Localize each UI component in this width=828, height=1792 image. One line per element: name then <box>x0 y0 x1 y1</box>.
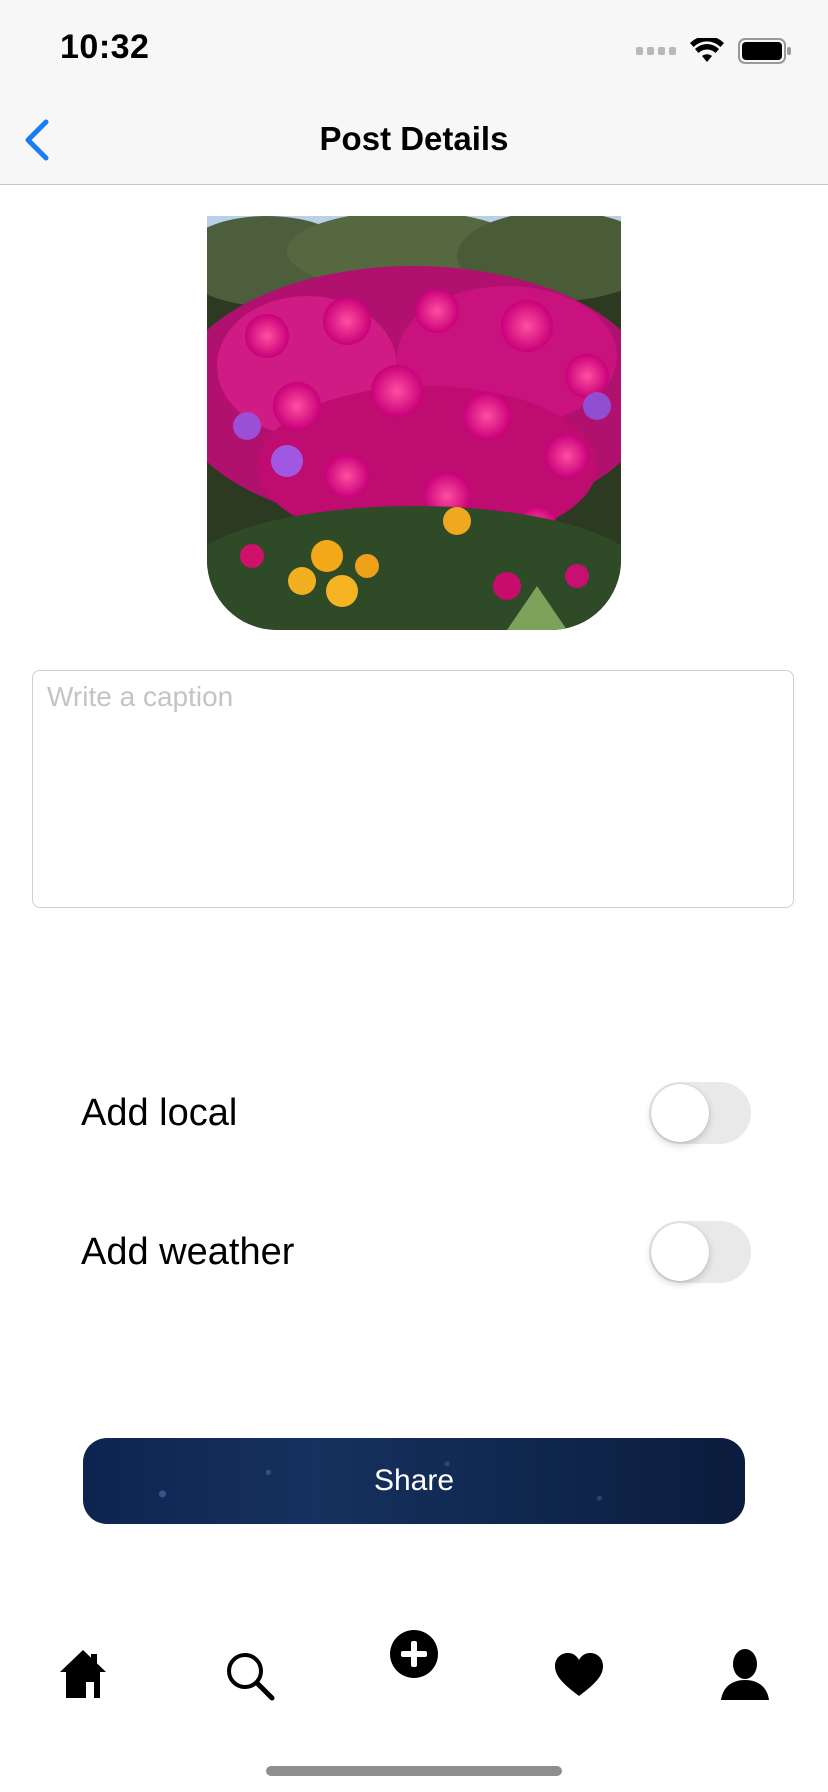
page-title: Post Details <box>319 120 509 157</box>
battery-icon <box>738 38 792 64</box>
tab-activity[interactable] <box>553 1652 605 1698</box>
wifi-icon <box>690 38 724 64</box>
toggle-knob <box>651 1084 709 1142</box>
tab-profile[interactable] <box>719 1648 771 1700</box>
option-label: Add weather <box>81 1231 295 1273</box>
tab-search[interactable] <box>224 1650 276 1702</box>
toggle-knob <box>651 1223 709 1281</box>
caption-input[interactable] <box>32 670 794 908</box>
status-icons <box>636 36 792 66</box>
add-weather-toggle[interactable] <box>649 1221 751 1283</box>
cellular-signal-icon <box>636 47 676 55</box>
search-icon <box>227 1653 275 1701</box>
heart-icon <box>555 1653 603 1696</box>
status-time: 10:32 <box>60 28 150 66</box>
top-bar: 10:32 Post Details <box>0 0 828 185</box>
post-image <box>207 216 621 630</box>
tab-add-post[interactable] <box>390 1630 438 1678</box>
option-row-add-local: Add local <box>81 1082 751 1146</box>
profile-icon <box>721 1649 769 1700</box>
option-row-add-weather: Add weather <box>81 1221 751 1285</box>
home-indicator <box>266 1766 562 1776</box>
share-button[interactable]: Share <box>83 1438 745 1524</box>
add-local-toggle[interactable] <box>649 1082 751 1144</box>
home-icon <box>60 1650 106 1698</box>
option-label: Add local <box>81 1092 238 1134</box>
tab-home[interactable] <box>58 1648 108 1700</box>
add-icon <box>390 1630 438 1678</box>
